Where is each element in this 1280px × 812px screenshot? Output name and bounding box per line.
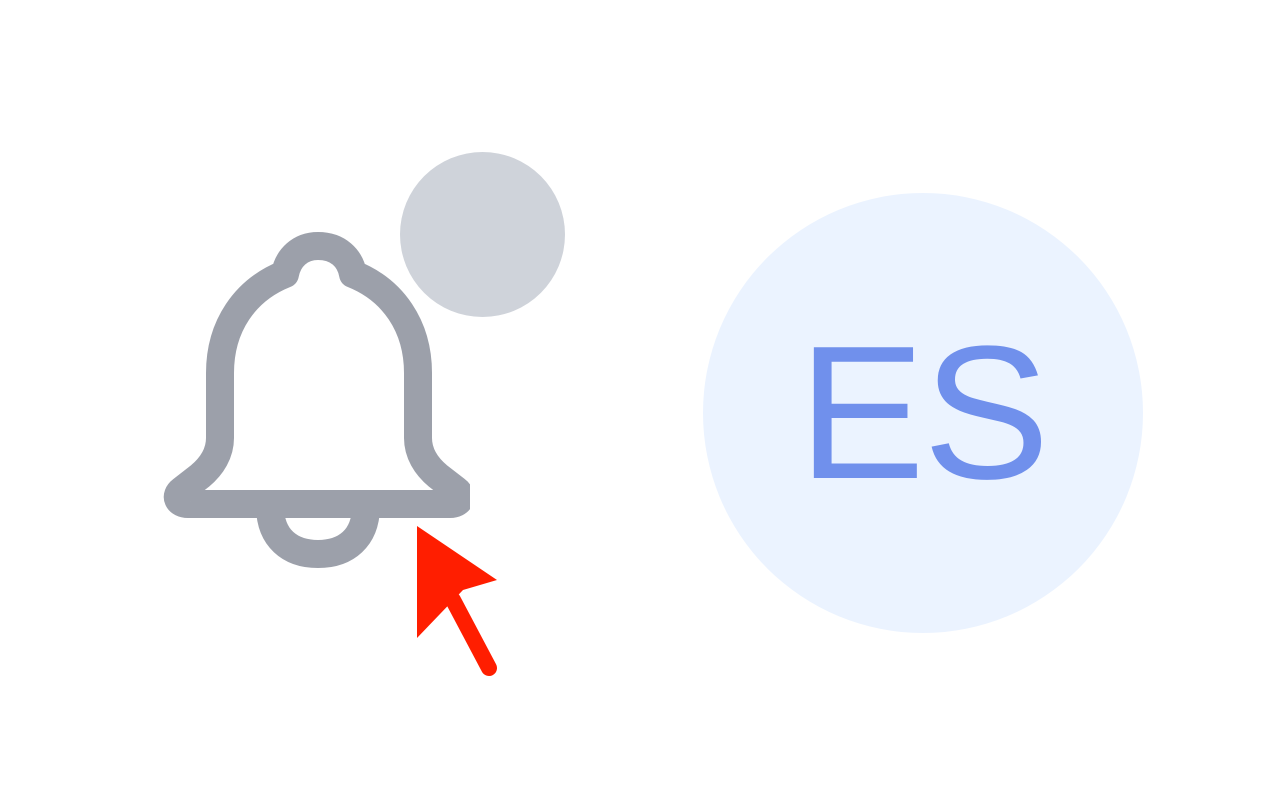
header-actions: ES	[0, 0, 1280, 812]
avatar-initials: ES	[798, 307, 1049, 519]
user-avatar[interactable]: ES	[703, 193, 1143, 633]
notification-dot	[400, 152, 565, 317]
